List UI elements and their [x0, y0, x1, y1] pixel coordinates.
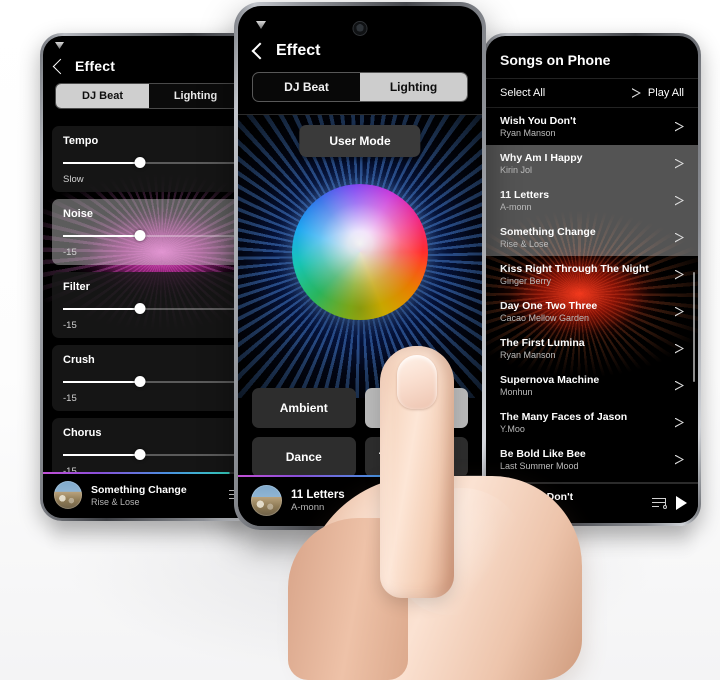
effect-card-tempo[interactable]: Tempo Slow — [52, 126, 246, 192]
effect-value: -15 — [63, 247, 77, 258]
left-app-bar: Effect — [43, 56, 255, 83]
list-item[interactable]: Wish You Don't Ryan Manson — [486, 108, 698, 145]
center-app-bar: Effect — [238, 42, 482, 72]
page-title: Effect — [75, 58, 116, 74]
play-outline-icon[interactable] — [675, 381, 684, 391]
play-outline-icon[interactable] — [675, 418, 684, 428]
play-outline-icon[interactable] — [675, 159, 684, 169]
play-outline-icon[interactable] — [675, 270, 684, 280]
list-item[interactable]: Why Am I Happy Kirin Jol — [486, 145, 698, 182]
song-title: Day One Two Three — [500, 300, 598, 312]
right-toolbar: Select All Play All — [486, 78, 698, 108]
effect-slider[interactable] — [63, 303, 235, 314]
hand-pointing — [288, 346, 622, 680]
slider-knob[interactable] — [134, 157, 146, 168]
left-effect-list: Tempo Slow Noise -15 Filter -15 Crush -1… — [43, 126, 255, 518]
tab-lighting[interactable]: Lighting — [360, 73, 467, 101]
song-artist: Ryan Manson — [500, 128, 556, 138]
song-title: Wish You Don't — [500, 115, 577, 127]
play-outline-icon[interactable] — [675, 196, 684, 206]
color-wheel-picker[interactable] — [292, 184, 428, 320]
back-icon[interactable] — [52, 58, 69, 74]
song-title: Why Am I Happy — [500, 152, 583, 164]
left-status-bar — [43, 36, 255, 56]
left-tab-group: DJ Beat Lighting — [55, 83, 243, 109]
effect-label: Tempo — [63, 135, 99, 147]
effect-slider[interactable] — [63, 376, 235, 387]
effect-value: -15 — [63, 320, 77, 331]
song-artist: Ginger Berry — [500, 276, 552, 286]
index-finger — [380, 346, 454, 598]
now-playing-artist: Rise & Lose — [91, 496, 140, 507]
slider-fill — [63, 162, 141, 164]
song-artist: Kirin Jol — [500, 165, 533, 175]
playlist-icon[interactable] — [652, 497, 667, 509]
back-icon[interactable] — [251, 42, 269, 60]
play-icon[interactable] — [676, 495, 687, 510]
front-camera-icon — [353, 22, 367, 35]
song-artist: Cacao Mellow Garden — [500, 313, 590, 323]
list-item[interactable]: 11 Letters A-monn — [486, 182, 698, 219]
song-title: Kiss Right Through The Night — [500, 263, 649, 275]
wifi-icon — [256, 21, 266, 29]
album-art — [251, 485, 282, 516]
effect-value: Slow — [63, 174, 84, 185]
play-outline-icon[interactable] — [675, 307, 684, 317]
left-phone-screen: Effect DJ Beat Lighting Tempo Slow Noise — [43, 36, 255, 518]
slider-knob[interactable] — [134, 303, 146, 314]
effect-label: Crush — [63, 354, 95, 366]
effect-slider[interactable] — [63, 157, 235, 168]
center-status-bar — [238, 6, 482, 42]
tab-dj-beat[interactable]: DJ Beat — [253, 73, 360, 101]
right-page-title: Songs on Phone — [500, 52, 611, 68]
song-artist: Rise & Lose — [500, 239, 549, 249]
effect-slider[interactable] — [63, 449, 235, 460]
play-outline-icon[interactable] — [675, 455, 684, 465]
left-now-playing-bar[interactable]: Something Change Rise & Lose — [43, 472, 255, 518]
effect-label: Filter — [63, 281, 90, 293]
play-outline-icon — [632, 88, 641, 98]
effect-label: Chorus — [63, 427, 102, 439]
user-mode-button[interactable]: User Mode — [299, 125, 421, 157]
slider-fill — [63, 454, 141, 456]
play-outline-icon[interactable] — [675, 233, 684, 243]
effect-slider[interactable] — [63, 230, 235, 241]
tab-lighting[interactable]: Lighting — [149, 84, 242, 108]
page-title: Effect — [276, 42, 321, 59]
list-item[interactable]: Kiss Right Through The Night Ginger Berr… — [486, 256, 698, 293]
slider-knob[interactable] — [134, 376, 146, 387]
left-phone: Effect DJ Beat Lighting Tempo Slow Noise — [40, 33, 258, 521]
play-outline-icon[interactable] — [675, 122, 684, 132]
play-all-label: Play All — [647, 87, 684, 99]
song-title: 11 Letters — [500, 189, 550, 201]
wifi-icon — [55, 42, 64, 49]
slider-fill — [63, 381, 141, 383]
list-item[interactable]: Something Change Rise & Lose — [486, 219, 698, 256]
play-all-button[interactable]: Play All — [632, 87, 684, 99]
effect-card-crush[interactable]: Crush -15 — [52, 345, 246, 411]
slider-fill — [63, 235, 141, 237]
tab-dj-beat[interactable]: DJ Beat — [56, 84, 149, 108]
now-playing-title: Something Change — [91, 483, 187, 496]
slider-knob[interactable] — [134, 449, 146, 460]
album-art — [54, 481, 82, 509]
right-scroll-indicator[interactable] — [693, 272, 695, 382]
effect-card-filter[interactable]: Filter -15 — [52, 272, 246, 338]
effect-card-noise[interactable]: Noise -15 — [52, 199, 246, 265]
list-item[interactable]: Day One Two Three Cacao Mellow Garden — [486, 293, 698, 330]
left-phone-reflection — [52, 518, 248, 560]
play-outline-icon[interactable] — [675, 344, 684, 354]
slider-knob[interactable] — [134, 230, 146, 241]
song-title: Something Change — [500, 226, 596, 238]
song-artist: A-monn — [500, 202, 532, 212]
fingernail — [397, 355, 437, 409]
slider-fill — [63, 308, 141, 310]
effect-label: Noise — [63, 208, 93, 220]
center-tab-group: DJ Beat Lighting — [252, 72, 468, 102]
select-all-button[interactable]: Select All — [500, 87, 545, 99]
effect-value: -15 — [63, 393, 77, 404]
